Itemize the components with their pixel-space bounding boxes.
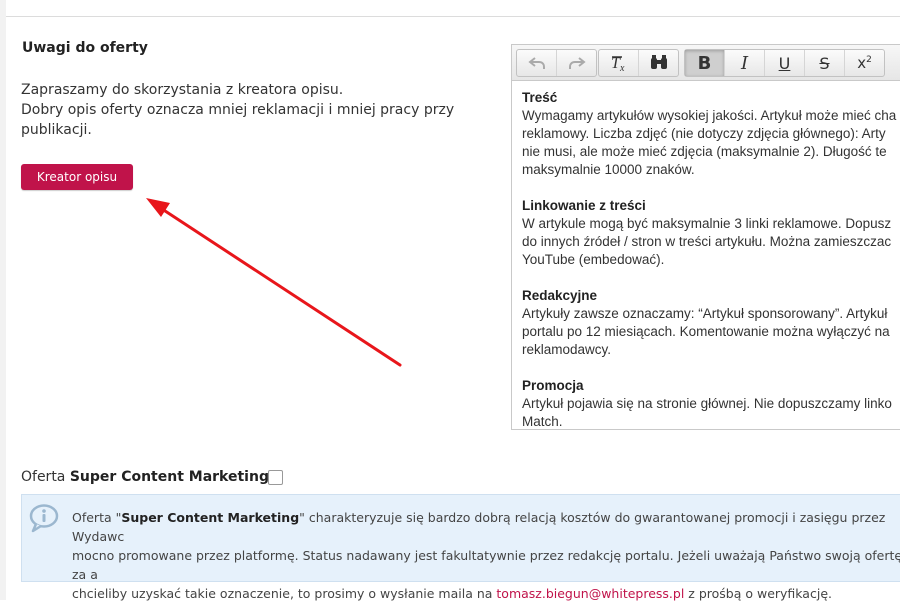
bold-icon[interactable]: B — [685, 50, 724, 76]
strikethrough-icon[interactable]: S — [804, 50, 844, 76]
undo-icon[interactable] — [517, 50, 556, 76]
editor-content[interactable]: Treść Wymagamy artykułów wysokiej jakośc… — [522, 89, 900, 429]
description-editor[interactable]: Tx B I U S x2 Treść Wymagamy artykułów w… — [511, 44, 900, 430]
content-heading-promocja: Promocja — [522, 378, 584, 393]
content-body-redakcyjne: Artykuły zawsze oznaczamy: “Artykuł spon… — [522, 306, 890, 357]
history-group — [516, 49, 597, 77]
super-content-label: Oferta Super Content Marketing — [21, 469, 269, 485]
super-content-label-name: Super Content Marketing — [69, 469, 269, 485]
svg-text:x: x — [619, 63, 625, 72]
editor-toolbar: Tx B I U S x2 — [512, 45, 900, 81]
content-body-linkowanie: W artykule mogą być maksymalnie 3 linki … — [522, 216, 892, 267]
section-divider — [6, 16, 900, 17]
super-content-info-box: Oferta "Super Content Marketing" charakt… — [21, 494, 900, 601]
info-text-bold: Super Content Marketing — [121, 510, 300, 525]
super-content-label-prefix: Oferta — [21, 469, 66, 485]
content-heading-linkowanie: Linkowanie z treści — [522, 198, 646, 213]
underline-icon[interactable]: U — [764, 50, 804, 76]
info-text-pre: Oferta " — [72, 510, 122, 525]
superscript-icon[interactable]: x2 — [844, 50, 884, 76]
left-gutter — [0, 0, 6, 600]
italic-icon[interactable]: I — [724, 50, 764, 76]
format-tools-group: Tx — [598, 49, 679, 77]
info-speech-bubble-icon — [29, 504, 59, 533]
creator-button[interactable]: Kreator opisu — [21, 164, 133, 190]
content-heading-redakcyjne: Redakcyjne — [522, 288, 598, 303]
super-content-checkbox[interactable] — [268, 470, 283, 485]
info-text-end: z prośbą o weryfikację. — [684, 586, 832, 601]
content-body-promocja: Artykuł pojawia się na stronie głównej. … — [522, 396, 892, 429]
content-body-tresc: Wymagamy artykułów wysokiej jakości. Art… — [522, 108, 897, 177]
section-title: Uwagi do oferty — [22, 40, 148, 56]
content-heading-tresc: Treść — [522, 90, 558, 105]
intro-line-1: Zapraszamy do skorzystania z kreatora op… — [21, 82, 344, 98]
find-icon[interactable] — [638, 50, 678, 76]
super-content-info-text: Oferta "Super Content Marketing" charakt… — [72, 508, 900, 603]
remove-format-icon[interactable]: Tx — [599, 50, 638, 76]
intro-text: Zapraszamy do skorzystania z kreatora op… — [21, 80, 481, 140]
redo-icon[interactable] — [556, 50, 596, 76]
contact-email-link[interactable]: tomasz.biegun@whitepress.pl — [496, 586, 684, 601]
intro-line-2: Dobry opis oferty oznacza mniej reklamac… — [21, 102, 455, 138]
text-style-group: B I U S x2 — [684, 49, 885, 77]
